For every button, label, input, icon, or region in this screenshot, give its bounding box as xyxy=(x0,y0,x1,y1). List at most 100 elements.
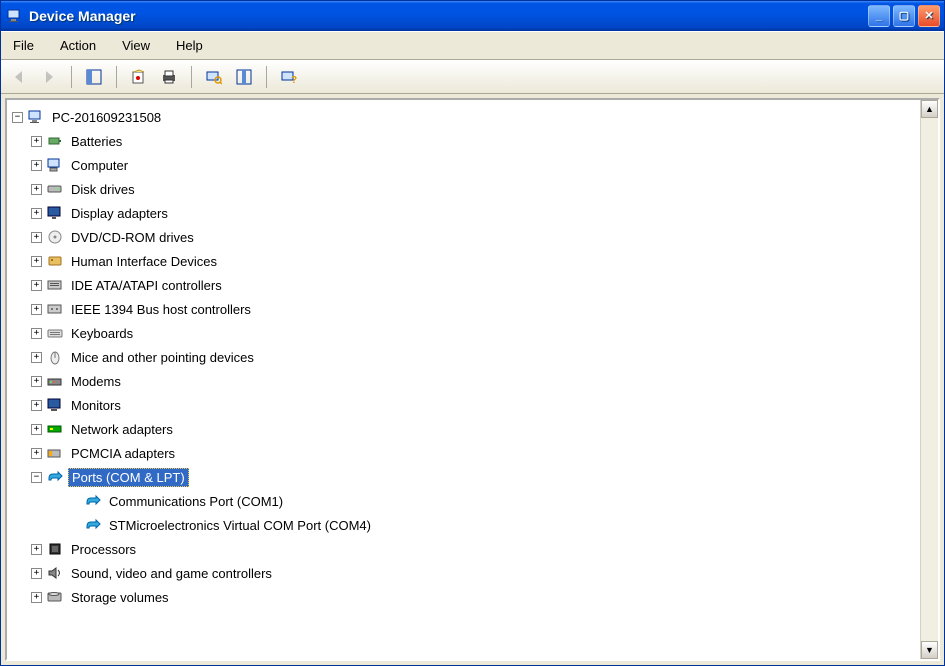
diskdrive-icon xyxy=(46,180,64,198)
tree-item[interactable]: + Computer xyxy=(12,153,920,177)
ports-icon xyxy=(46,468,64,486)
toolbar: ? xyxy=(1,60,944,94)
scan-hardware-button[interactable] xyxy=(202,65,226,89)
tree-item[interactable]: + Network adapters xyxy=(12,417,920,441)
close-button[interactable]: ✕ xyxy=(918,5,940,27)
expander-icon[interactable]: + xyxy=(31,256,42,267)
tree-item-label[interactable]: Modems xyxy=(68,373,124,390)
menu-help[interactable]: Help xyxy=(170,36,209,55)
forward-button[interactable] xyxy=(37,65,61,89)
expander-icon[interactable]: + xyxy=(31,400,42,411)
menu-file[interactable]: File xyxy=(7,36,40,55)
expander-icon[interactable]: + xyxy=(31,232,42,243)
tree-child-label[interactable]: Communications Port (COM1) xyxy=(106,493,286,510)
tree-item-label[interactable]: PCMCIA adapters xyxy=(68,445,178,462)
tree-item-label[interactable]: IDE ATA/ATAPI controllers xyxy=(68,277,225,294)
tree-item-label[interactable]: Keyboards xyxy=(68,325,136,342)
tree-item-label[interactable]: Batteries xyxy=(68,133,125,150)
tree-item[interactable]: + PCMCIA adapters xyxy=(12,441,920,465)
scroll-up-button[interactable]: ▲ xyxy=(921,100,938,118)
vertical-scrollbar[interactable]: ▲ ▼ xyxy=(920,100,938,659)
expander-icon[interactable]: + xyxy=(31,304,42,315)
expander-icon[interactable]: + xyxy=(31,160,42,171)
properties-pane-button[interactable] xyxy=(82,65,106,89)
expander-icon[interactable]: + xyxy=(31,136,42,147)
expander-icon[interactable]: + xyxy=(31,352,42,363)
tree-item[interactable]: + DVD/CD-ROM drives xyxy=(12,225,920,249)
maximize-button[interactable]: ▢ xyxy=(893,5,915,27)
tree-item[interactable]: + Sound, video and game controllers xyxy=(12,561,920,585)
computer-icon xyxy=(27,108,45,126)
device-tree[interactable]: − PC-201609231508 + Batteries + Computer + Disk… xyxy=(7,100,920,659)
tree-item-label[interactable]: Disk drives xyxy=(68,181,138,198)
expander-icon[interactable]: + xyxy=(31,280,42,291)
tree-item-label[interactable]: Mice and other pointing devices xyxy=(68,349,257,366)
tree-root-label[interactable]: PC-201609231508 xyxy=(49,109,164,126)
tree-item-label[interactable]: Network adapters xyxy=(68,421,176,438)
tree-item-label[interactable]: Display adapters xyxy=(68,205,171,222)
cpu-icon xyxy=(46,540,64,558)
tree-item[interactable]: + Storage volumes xyxy=(12,585,920,609)
tree-item[interactable]: + Display adapters xyxy=(12,201,920,225)
tree-item[interactable]: + IDE ATA/ATAPI controllers xyxy=(12,273,920,297)
tree-child-item[interactable]: STMicroelectronics Virtual COM Port (COM… xyxy=(12,513,920,537)
expander-icon[interactable]: + xyxy=(31,184,42,195)
device-manager-window: Device Manager _ ▢ ✕ File Action View He… xyxy=(0,0,945,666)
scroll-down-button[interactable]: ▼ xyxy=(921,641,938,659)
tree-item-label[interactable]: IEEE 1394 Bus host controllers xyxy=(68,301,254,318)
network-icon xyxy=(46,420,64,438)
expander-icon[interactable]: + xyxy=(31,592,42,603)
tree-item[interactable]: − Ports (COM & LPT) xyxy=(12,465,920,489)
back-button[interactable] xyxy=(7,65,31,89)
expander-icon[interactable]: + xyxy=(31,568,42,579)
menubar: File Action View Help xyxy=(1,31,944,60)
tree-item[interactable]: + Modems xyxy=(12,369,920,393)
show-hidden-button[interactable] xyxy=(232,65,256,89)
tree-item[interactable]: + Batteries xyxy=(12,129,920,153)
tree-child-label[interactable]: STMicroelectronics Virtual COM Port (COM… xyxy=(106,517,374,534)
titlebar[interactable]: Device Manager _ ▢ ✕ xyxy=(1,1,944,31)
tree-item-label[interactable]: Ports (COM & LPT) xyxy=(68,468,189,487)
menu-view[interactable]: View xyxy=(116,36,156,55)
tree-item-label[interactable]: Processors xyxy=(68,541,139,558)
tree-item[interactable]: + Keyboards xyxy=(12,321,920,345)
tree-item-label[interactable]: Computer xyxy=(68,157,131,174)
tree-item-label[interactable]: Sound, video and game controllers xyxy=(68,565,275,582)
modem-icon xyxy=(46,372,64,390)
battery-icon xyxy=(46,132,64,150)
storage-icon xyxy=(46,588,64,606)
svg-text:?: ? xyxy=(291,75,297,85)
print-button[interactable] xyxy=(157,65,181,89)
tree-child-item[interactable]: Communications Port (COM1) xyxy=(12,489,920,513)
properties-button[interactable] xyxy=(127,65,151,89)
tree-item-label[interactable]: Storage volumes xyxy=(68,589,172,606)
expander-icon[interactable]: + xyxy=(31,448,42,459)
toolbar-separator xyxy=(116,66,117,88)
display-icon xyxy=(46,204,64,222)
monitor-icon xyxy=(46,396,64,414)
tree-item[interactable]: + Mice and other pointing devices xyxy=(12,345,920,369)
minimize-button[interactable]: _ xyxy=(868,5,890,27)
expander-icon[interactable]: + xyxy=(31,208,42,219)
expander-icon[interactable]: − xyxy=(12,112,23,123)
menu-action[interactable]: Action xyxy=(54,36,102,55)
scroll-track[interactable] xyxy=(921,118,938,641)
expander-icon[interactable]: + xyxy=(31,328,42,339)
expander-icon[interactable]: + xyxy=(31,424,42,435)
tree-root[interactable]: − PC-201609231508 xyxy=(12,105,920,129)
expander-icon[interactable]: − xyxy=(31,472,42,483)
toolbar-separator xyxy=(266,66,267,88)
expander-icon[interactable]: + xyxy=(31,376,42,387)
tree-item[interactable]: + Human Interface Devices xyxy=(12,249,920,273)
tree-item[interactable]: + Disk drives xyxy=(12,177,920,201)
tree-item[interactable]: + IEEE 1394 Bus host controllers xyxy=(12,297,920,321)
tree-item-label[interactable]: DVD/CD-ROM drives xyxy=(68,229,197,246)
help-context-button[interactable]: ? xyxy=(277,65,301,89)
expander-icon[interactable]: + xyxy=(31,544,42,555)
tree-item-label[interactable]: Human Interface Devices xyxy=(68,253,220,270)
tree-item[interactable]: + Monitors xyxy=(12,393,920,417)
port-icon xyxy=(84,492,102,510)
ide-icon xyxy=(46,276,64,294)
tree-item-label[interactable]: Monitors xyxy=(68,397,124,414)
tree-item[interactable]: + Processors xyxy=(12,537,920,561)
